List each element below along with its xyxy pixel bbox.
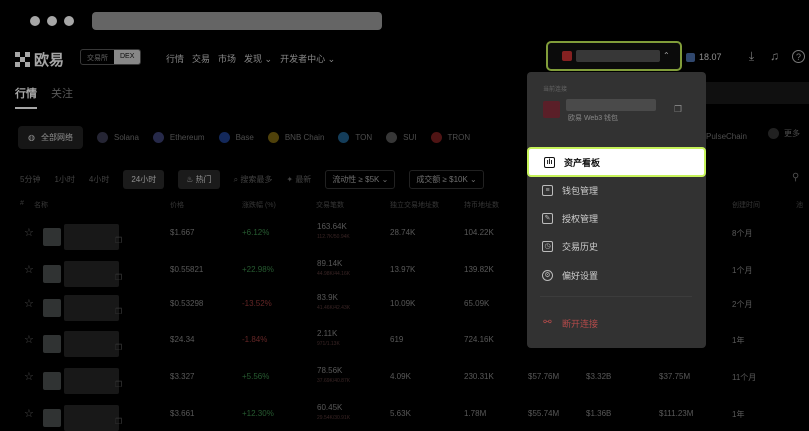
- menu-connected-label: 当前连接: [543, 87, 568, 93]
- menu-item-asset-board-label: 资产看板: [564, 157, 601, 168]
- menu-item-approvals[interactable]: ✎ 授权管理: [527, 204, 706, 232]
- settings-icon: ⚙: [542, 269, 553, 281]
- unlink-icon: ⚯: [543, 316, 552, 328]
- menu-item-preferences-label: 偏好设置: [562, 270, 599, 281]
- document-icon: ✎: [542, 212, 553, 224]
- menu-item-disconnect-label: 断开连接: [562, 318, 599, 329]
- menu-item-history[interactable]: ◷ 交易历史: [527, 232, 706, 260]
- menu-divider: [540, 296, 692, 297]
- copy-icon[interactable]: ❐: [674, 104, 682, 115]
- menu-item-preferences[interactable]: ⚙ 偏好设置: [527, 261, 706, 289]
- menu-item-disconnect[interactable]: ⚯ 断开连接: [527, 309, 706, 337]
- menu-item-history-label: 交易历史: [562, 241, 599, 252]
- menu-item-approvals-label: 授权管理: [562, 213, 599, 224]
- wallet-subtitle: 欧易 Web3 钱包: [568, 115, 619, 122]
- chart-icon: ılı: [544, 156, 555, 168]
- menu-item-wallet-manage-label: 钱包管理: [562, 185, 599, 196]
- wallet-address-blurred: [566, 99, 656, 111]
- menu-item-asset-board[interactable]: ılı 资产看板: [527, 147, 706, 177]
- wallet-icon: ≡: [542, 184, 553, 196]
- menu-item-wallet-manage[interactable]: ≡ 钱包管理: [527, 176, 706, 204]
- history-icon: ◷: [542, 240, 553, 252]
- wallet-avatar: [543, 101, 560, 118]
